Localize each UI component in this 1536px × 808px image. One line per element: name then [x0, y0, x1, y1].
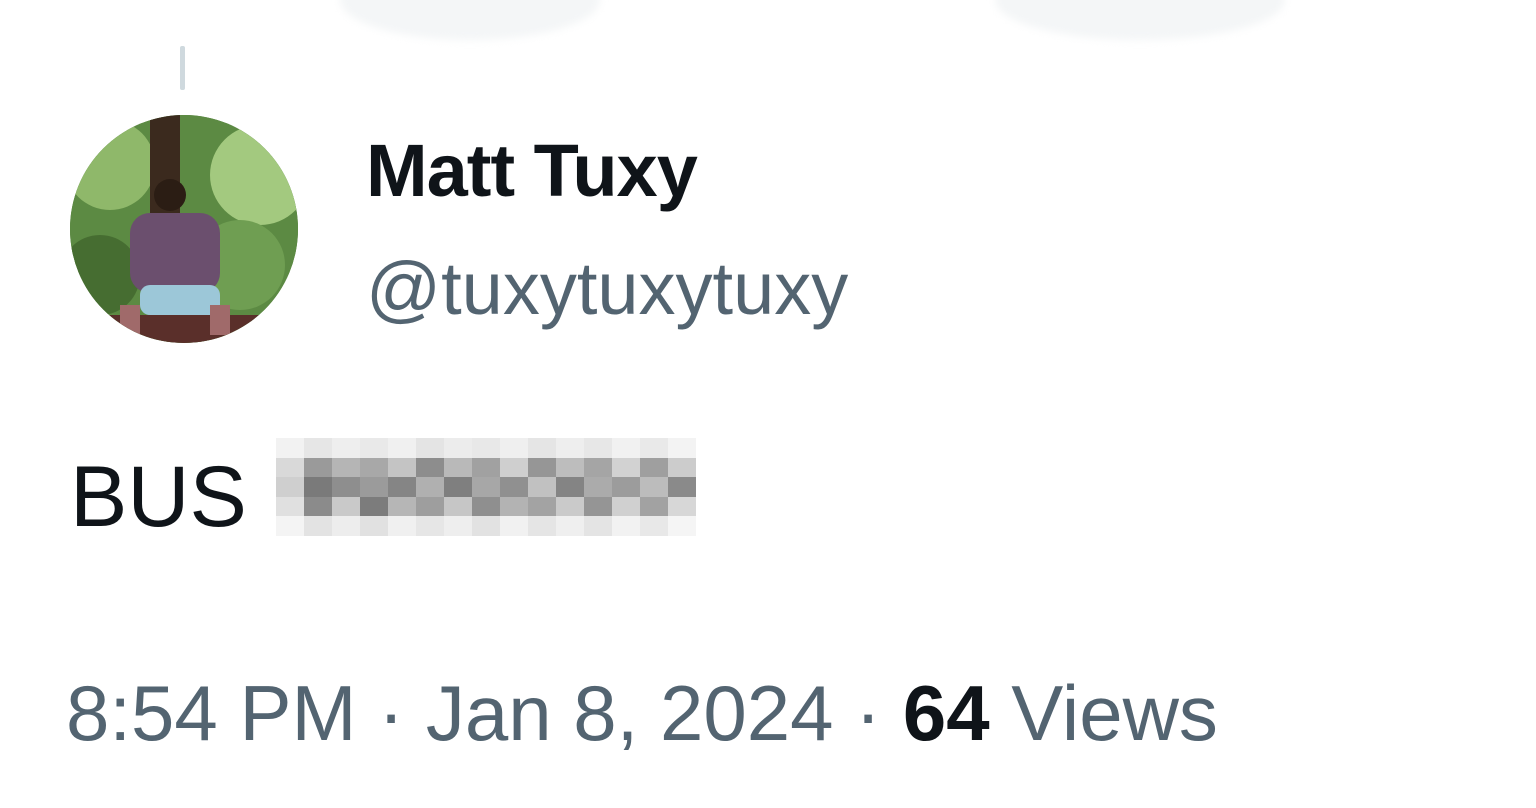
top-partial-element-right: [995, 0, 1285, 40]
tweet-text: BUS: [70, 449, 247, 545]
tweet-time[interactable]: 8:54 PM: [66, 669, 356, 757]
views-label[interactable]: Views: [1011, 669, 1218, 757]
thread-connector-line: [180, 46, 185, 90]
views-count[interactable]: 64: [903, 669, 990, 757]
tweet-date[interactable]: Jan 8, 2024: [426, 669, 834, 757]
avatar-photo: [70, 115, 298, 343]
author-display-name[interactable]: Matt Tuxy: [366, 128, 698, 213]
meta-separator: ·: [855, 669, 882, 757]
tweet-meta: 8:54 PM · Jan 8, 2024 · 64 Views: [66, 668, 1218, 759]
meta-separator: ·: [378, 669, 405, 757]
top-partial-element-left: [340, 0, 600, 40]
pixelated-redaction: [276, 438, 696, 536]
avatar[interactable]: [70, 115, 298, 343]
author-handle[interactable]: @tuxytuxytuxy: [366, 246, 848, 331]
